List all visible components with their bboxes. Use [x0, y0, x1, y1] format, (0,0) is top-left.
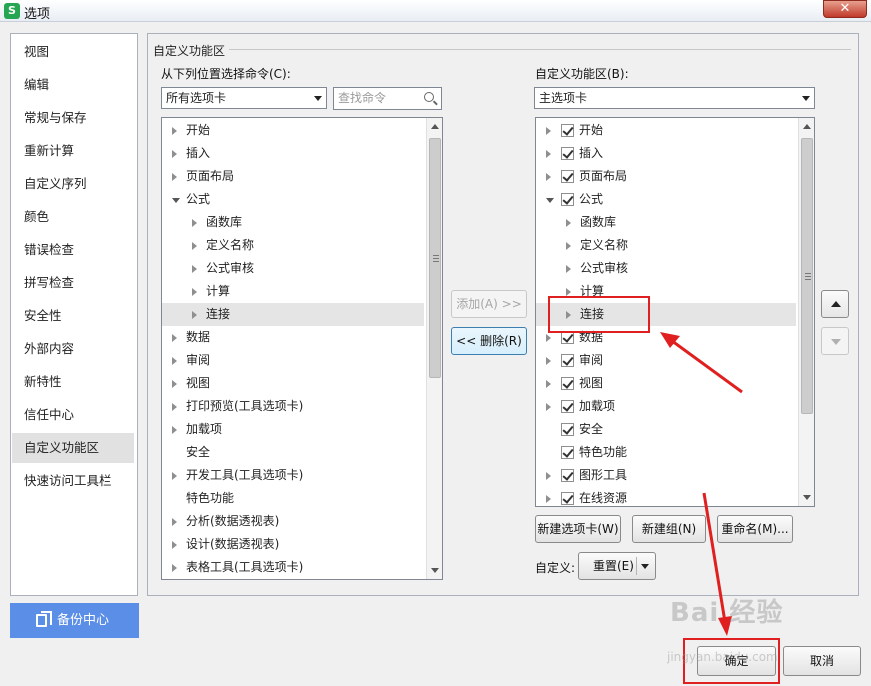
annotation-arrows — [660, 332, 743, 636]
arrow-line-connect — [667, 336, 743, 394]
watermark-url: jingyan.baidu.com — [667, 650, 778, 664]
watermark-logo: Bai 经验 — [670, 598, 784, 628]
